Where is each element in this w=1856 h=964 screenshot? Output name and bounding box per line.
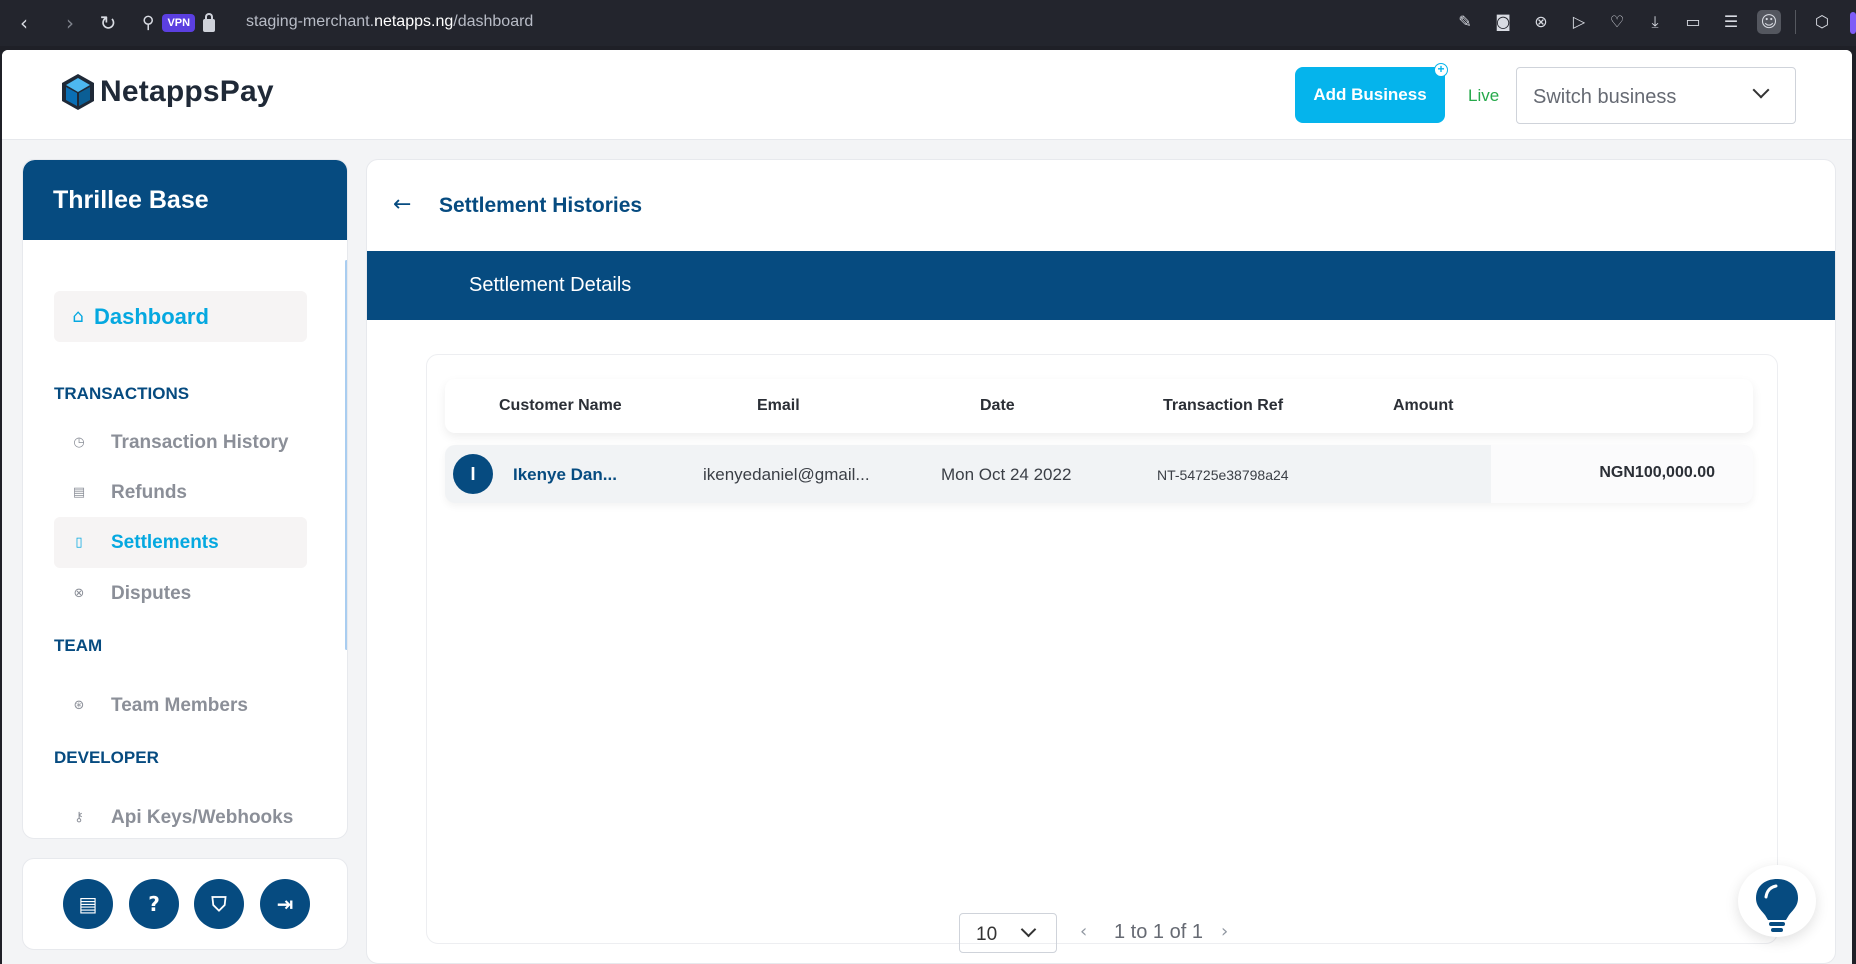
sidebar-item-refunds[interactable]: ▤ Refunds xyxy=(54,467,307,518)
sidebar-item-label: Api Keys/Webhooks xyxy=(111,806,294,828)
forward-icon[interactable]: › xyxy=(58,11,82,35)
app-window: NetappsPay Add Business + Live Switch bu… xyxy=(2,50,1852,964)
add-plus-icon: + xyxy=(1434,63,1448,77)
chevron-down-icon xyxy=(1020,921,1037,938)
section-developer: DEVELOPER xyxy=(54,748,159,767)
key-icon[interactable]: ⚲ xyxy=(142,13,154,33)
url-host: netapps.ng xyxy=(374,13,454,30)
business-name: Thrillee Base xyxy=(53,186,209,214)
sidebar-item-team-members[interactable]: ⊛ Team Members xyxy=(54,680,307,731)
profile-icon[interactable]: ☺ xyxy=(1757,10,1781,34)
sidebar-item-api-keys[interactable]: ⚷ Api Keys/Webhooks xyxy=(54,792,307,838)
sidebar-item-label: Dashboard xyxy=(94,303,209,329)
column-customer-name: Customer Name xyxy=(499,397,622,414)
home-icon: ⌂ xyxy=(72,306,84,327)
transaction-date: Mon Oct 24 2022 xyxy=(941,465,1072,484)
document-icon[interactable]: ▤ xyxy=(63,879,113,929)
column-amount: Amount xyxy=(1393,397,1454,414)
toolbar-divider xyxy=(1795,10,1796,34)
customer-name[interactable]: Ikenye Dan... xyxy=(513,465,617,485)
page-title: Settlement Histories xyxy=(439,194,643,217)
sidebar-item-transaction-history[interactable]: ◷ Transaction History xyxy=(54,417,307,468)
camera-icon[interactable]: ◙ xyxy=(1491,10,1515,34)
avatar: I xyxy=(453,454,493,494)
key-icon: ⚷ xyxy=(74,810,84,825)
amount-cell: NGN100,000.00 xyxy=(1491,445,1753,503)
reload-icon[interactable]: ↻ xyxy=(96,11,120,35)
customer-email: ikenyedaniel@gmail... xyxy=(703,465,870,484)
sidebar-item-label: Refunds xyxy=(111,481,187,503)
next-page-icon[interactable]: › xyxy=(1221,921,1228,942)
help-bulb-button[interactable] xyxy=(1738,865,1816,937)
back-arrow-icon[interactable]: ← xyxy=(393,192,411,217)
main-panel: ← Settlement Histories Settlement Detail… xyxy=(366,159,1836,964)
pagination-range: 1 to 1 of 1 xyxy=(1114,921,1203,943)
url-path: /dashboard xyxy=(453,13,534,30)
refund-icon: ▤ xyxy=(72,485,86,500)
sidebar-header: Thrillee Base xyxy=(23,160,347,240)
sidebar-footer: ▤ ? ⛉ ⇥ xyxy=(22,858,348,950)
url-prefix: staging-merchant. xyxy=(246,13,375,30)
switch-business-select[interactable]: Switch business xyxy=(1516,67,1796,124)
address-bar-tools: ⚲ VPN xyxy=(142,11,216,35)
download-icon[interactable]: ⤓ xyxy=(1643,10,1667,34)
address-bar[interactable]: staging-merchant.netapps.ng/dashboard xyxy=(246,13,533,31)
logo-cube-icon xyxy=(62,74,94,110)
browser-toolbar: ‹ › ↻ ⚲ VPN staging-merchant.netapps.ng/… xyxy=(0,0,1856,46)
sidebar-item-label: Team Members xyxy=(111,694,248,716)
page-size-select[interactable]: 10 xyxy=(959,913,1057,953)
sidebar-item-settlements[interactable]: ▯ Settlements xyxy=(54,517,307,568)
menu-icon[interactable]: ☰ xyxy=(1719,10,1743,34)
team-icon: ⊛ xyxy=(73,698,85,713)
previous-page-icon[interactable]: ‹ xyxy=(1080,921,1087,942)
play-icon[interactable]: ▷ xyxy=(1567,10,1591,34)
logout-icon[interactable]: ⇥ xyxy=(260,879,310,929)
sidebar-item-label: Settlements xyxy=(111,531,219,553)
cube-icon[interactable]: ⬡ xyxy=(1810,10,1834,34)
dispute-icon: ⊗ xyxy=(73,586,85,601)
sidebar-item-dashboard[interactable]: ⌂ Dashboard xyxy=(54,291,307,342)
sidebar-item-label: Transaction History xyxy=(111,431,289,453)
battery-icon[interactable]: ▭ xyxy=(1681,10,1705,34)
live-mode-label[interactable]: Live xyxy=(1468,86,1499,106)
sidebar-item-label: Disputes xyxy=(111,582,192,604)
heart-icon[interactable]: ♡ xyxy=(1605,10,1629,34)
chevron-down-icon xyxy=(1752,81,1770,99)
sidebar: Thrillee Base ⌂ Dashboard TRANSACTIONS ◷… xyxy=(22,159,348,839)
add-business-button[interactable]: Add Business xyxy=(1295,67,1445,123)
browser-extensions: ✎ ◙ ⊗ ▷ ♡ ⤓ ▭ ☰ ☺ ⬡ xyxy=(1453,10,1834,34)
pagination: 10 ‹ 1 to 1 of 1 › xyxy=(367,913,1835,953)
help-icon[interactable]: ? xyxy=(129,879,179,929)
column-email: Email xyxy=(757,397,800,414)
vpn-badge[interactable]: VPN xyxy=(162,14,196,32)
section-header: Settlement Details xyxy=(367,251,1835,320)
brand-name: NetappsPay xyxy=(100,75,274,108)
shield-icon[interactable]: ⛉ xyxy=(194,879,244,929)
back-icon[interactable]: ‹ xyxy=(12,11,36,35)
page-size-value: 10 xyxy=(976,924,998,945)
app-header: NetappsPay Add Business + Live Switch bu… xyxy=(2,50,1852,140)
phone-icon: ▯ xyxy=(75,535,83,550)
lock-icon[interactable] xyxy=(203,13,216,32)
sidebar-item-disputes[interactable]: ⊗ Disputes xyxy=(54,568,307,619)
table-row[interactable]: I Ikenye Dan... ikenyedaniel@gmail... Mo… xyxy=(445,445,1753,503)
logo[interactable]: NetappsPay xyxy=(60,72,274,112)
section-team: TEAM xyxy=(54,636,103,655)
section-transactions: TRANSACTIONS xyxy=(54,384,190,403)
table-header: Customer Name Email Date Transaction Ref… xyxy=(445,379,1753,433)
sidebar-scrollbar[interactable] xyxy=(345,260,347,650)
column-transaction-ref: Transaction Ref xyxy=(1163,397,1284,414)
block-icon[interactable]: ⊗ xyxy=(1529,10,1553,34)
column-date: Date xyxy=(980,397,1015,414)
history-icon: ◷ xyxy=(73,435,85,450)
sidebar-toggle-edge[interactable] xyxy=(1850,12,1856,34)
transaction-ref: NT-54725e38798a24 xyxy=(1157,467,1289,483)
lightbulb-icon xyxy=(1756,879,1798,932)
switch-business-placeholder: Switch business xyxy=(1533,86,1677,108)
section-title: Settlement Details xyxy=(469,274,632,296)
settlements-table: Customer Name Email Date Transaction Ref… xyxy=(426,354,1778,944)
edit-icon[interactable]: ✎ xyxy=(1453,10,1477,34)
amount-value: NGN100,000.00 xyxy=(1599,464,1715,481)
